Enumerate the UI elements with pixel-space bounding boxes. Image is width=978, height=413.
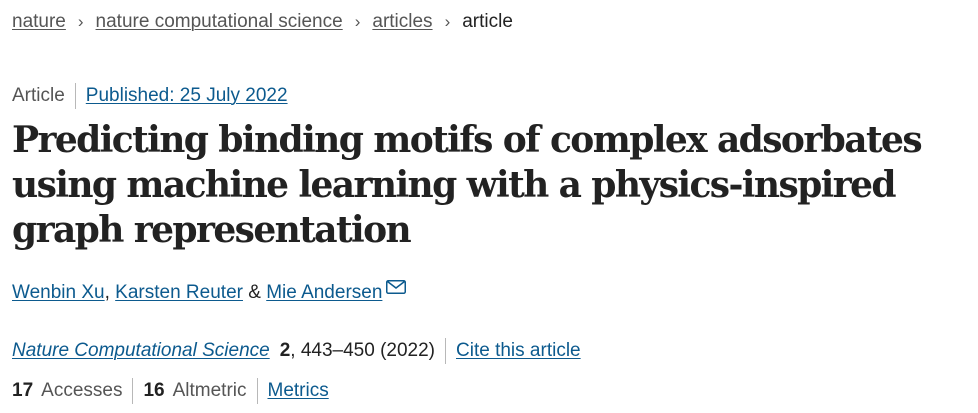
accesses-count: 17 (12, 380, 34, 401)
author-conjunction: & (248, 282, 261, 303)
article-title: Predicting binding motifs of complex ads… (12, 119, 923, 251)
author-separator: , (104, 282, 110, 303)
author-link-andersen[interactable]: Mie Andersen (266, 282, 382, 304)
divider (132, 378, 134, 404)
article-type-label: Article (12, 85, 65, 106)
author-list: Wenbin Xu, Karsten Reuter & Mie Andersen (12, 280, 407, 304)
author-link-reuter[interactable]: Karsten Reuter (115, 282, 243, 304)
accesses-label: Accesses (41, 380, 123, 401)
divider (256, 378, 258, 404)
chevron-right-icon: › (354, 12, 361, 31)
breadcrumb-link-articles[interactable]: articles (372, 11, 432, 33)
altmetric-label: Altmetric (172, 380, 247, 401)
author-link-xu[interactable]: Wenbin Xu (12, 282, 105, 304)
metrics-line: 17 Accesses 16 Altmetric Metrics (12, 378, 329, 404)
volume-number: 2 (279, 340, 291, 361)
breadcrumb-current: article (462, 11, 513, 32)
published-date-link[interactable]: Published: 25 July 2022 (86, 85, 288, 107)
metrics-link[interactable]: Metrics (268, 380, 329, 402)
journal-link[interactable]: Nature Computational Science (12, 340, 270, 362)
article-meta: Article Published: 25 July 2022 (12, 83, 288, 109)
pages-year: , 443–450 (2022) (290, 340, 436, 361)
citation-line: Nature Computational Science 2, 443–450 … (12, 338, 581, 364)
chevron-right-icon: › (77, 12, 84, 31)
mail-icon[interactable] (386, 278, 407, 300)
divider (74, 83, 76, 109)
chevron-right-icon: › (444, 12, 451, 31)
altmetric-count: 16 (143, 380, 165, 401)
divider (445, 338, 447, 364)
breadcrumb-link-nature[interactable]: nature (12, 11, 66, 33)
cite-article-link[interactable]: Cite this article (456, 340, 581, 362)
breadcrumb: nature › nature computational science › … (12, 11, 513, 33)
breadcrumb-link-journal[interactable]: nature computational science (96, 11, 343, 33)
